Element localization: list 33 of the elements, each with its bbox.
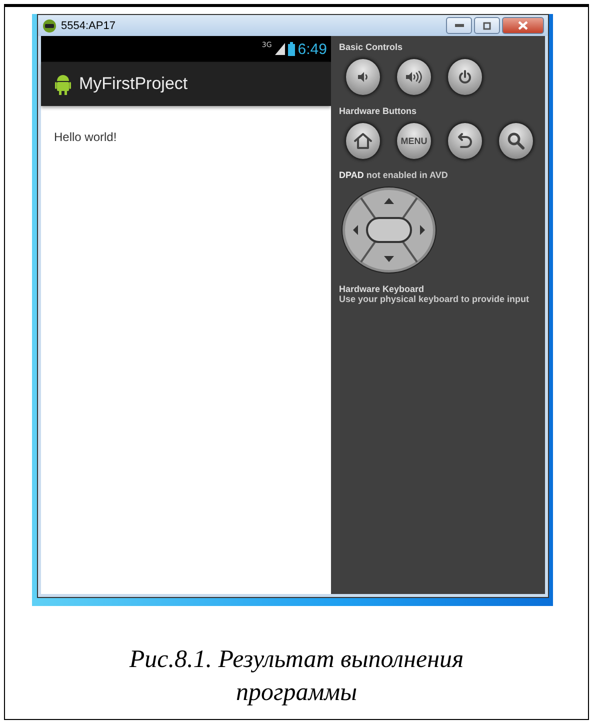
volume-up-icon (405, 70, 423, 84)
home-icon (353, 132, 373, 150)
section-label: Hardware Buttons (339, 106, 418, 116)
power-icon (458, 69, 472, 85)
back-button[interactable] (447, 122, 483, 160)
maximize-button[interactable] (474, 17, 500, 34)
window-title: 5554:AP17 (61, 20, 116, 32)
hint-text: Use your physical keyboard to provide input (339, 294, 530, 304)
close-icon (518, 21, 528, 30)
content-text: Hello world! (54, 130, 118, 144)
home-button[interactable] (345, 122, 381, 160)
section-label: DPAD not enabled in AVD (339, 170, 449, 180)
section-label: Basic Controls (339, 42, 404, 52)
minimize-button[interactable] (446, 17, 472, 34)
search-icon (507, 132, 525, 150)
volume-down-button[interactable] (345, 58, 381, 96)
volume-up-button[interactable] (396, 58, 432, 96)
close-button[interactable] (502, 17, 544, 34)
maximize-icon (483, 22, 491, 30)
app-icon (42, 18, 57, 32)
volume-down-icon (356, 70, 370, 84)
signal-icon (274, 43, 285, 55)
section-label: Hardware Keyboard (339, 284, 426, 294)
app-title: MyFirstProject (79, 74, 188, 94)
power-button[interactable] (447, 58, 483, 96)
figure-caption: Рис.8.1. Результат выполнения программы (128, 645, 465, 708)
menu-button[interactable]: MENU (396, 122, 432, 160)
minimize-icon (454, 24, 464, 27)
android-icon (55, 73, 71, 95)
clock-time: 6:49 (298, 40, 327, 58)
back-icon (457, 132, 473, 150)
search-button[interactable] (498, 122, 534, 160)
battery-icon (288, 42, 295, 56)
